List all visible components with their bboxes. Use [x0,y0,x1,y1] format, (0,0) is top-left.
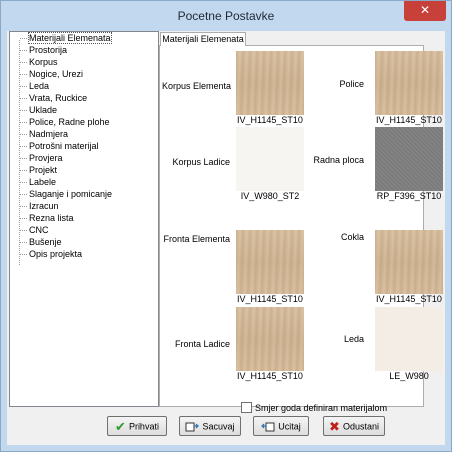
tab-materijali-elemenata[interactable]: Materijali Elemenata [160,32,246,46]
fronta-ladice-code: IV_H1145_ST10 [237,371,303,381]
tree-item-leda[interactable]: Leda [20,81,49,92]
smjer-goda-label: Smjer goda definiran materijalom [255,402,388,413]
police-swatch[interactable] [375,51,443,115]
check-icon: ✔ [115,418,126,434]
tree-item-projekt[interactable]: Projekt [20,165,57,176]
load-icon [261,421,275,432]
cokla-swatch[interactable] [375,230,443,294]
tree-item-izracun[interactable]: Izracun [20,201,59,212]
save-icon [185,421,200,432]
police-label: Police [339,79,364,89]
tree-item-busenje[interactable]: Bušenje [20,237,62,248]
korpus-ladice-code: IV_W980_ST2 [240,191,300,201]
radna-ploca-label: Radna ploca [313,155,364,165]
radna-ploca-swatch[interactable] [375,127,443,191]
tree-item-opis-projekta[interactable]: Opis projekta [20,249,82,260]
cokla-code: IV_H1145_ST10 [376,294,442,304]
tree-item-rezna-lista[interactable]: Rezna lista [20,213,74,224]
korpus-elementa-label: Korpus Elementa [162,81,232,91]
tree-item-korpus[interactable]: Korpus [20,57,58,68]
title-bar[interactable]: Pocetne Postavke ✕ [1,1,451,31]
fronta-elementa-code: IV_H1145_ST10 [237,294,303,304]
settings-tree[interactable]: Materijali Elemenata Prostorija Korpus N… [9,31,159,407]
fronta-ladice-swatch[interactable] [236,307,304,371]
tree-item-slaganje-i-pomicanje[interactable]: Slaganje i pomicanje [20,189,112,200]
smjer-goda-checkbox[interactable] [241,402,252,414]
korpus-elementa-swatch[interactable] [236,51,304,115]
ucitaj-button[interactable]: Ucitaj [253,416,309,436]
korpus-ladice-label: Korpus Ladice [172,157,230,167]
leda-swatch[interactable] [375,307,443,371]
korpus-ladice-swatch[interactable] [236,127,304,191]
dialog-client-area: Materijali Elemenata Prostorija Korpus N… [7,31,445,445]
leda-label: Leda [343,334,364,344]
sacuvaj-button[interactable]: Sacuvaj [179,416,241,436]
fronta-elementa-swatch[interactable] [236,230,304,294]
tree-item-prostorija[interactable]: Prostorija [20,45,67,56]
tree-item-potrosni-materijal[interactable]: Potrošni materijal [20,141,99,152]
tree-item-uklade[interactable]: Uklade [20,105,57,116]
tree-item-nogice-urezi[interactable]: Nogice, Urezi [20,69,83,80]
tree-item-nadmjera[interactable]: Nadmjera [20,129,68,140]
cokla-label: Cokla [340,232,364,242]
leda-code: LE_W980 [389,371,429,381]
prihvati-button[interactable]: ✔ Prihvati [107,416,167,436]
odustani-button[interactable]: ✖ Odustani [323,416,385,436]
radna-ploca-code: RP_F396_ST10 [376,191,442,201]
tree-item-police-radne-plohe[interactable]: Police, Radne plohe [20,117,110,128]
materials-panel: Korpus Elementa IV_H1145_ST10 Police IV_… [159,45,443,407]
dialog-window: Pocetne Postavke ✕ Materijali Elemenata … [0,0,452,452]
x-icon: ✖ [329,418,340,434]
tree-item-vrata-ruckice[interactable]: Vrata, Ruckice [20,93,87,104]
tree-item-cnc[interactable]: CNC [20,225,49,236]
police-code: IV_H1145_ST10 [376,115,442,125]
tree-item-labele[interactable]: Labele [20,177,56,188]
fronta-ladice-label: Fronta Ladice [174,339,230,349]
close-icon: ✕ [419,3,431,17]
tree-item-provjera[interactable]: Provjera [20,153,63,164]
window-title: Pocetne Postavke [177,9,275,23]
close-button[interactable]: ✕ [404,1,446,21]
smjer-goda-checkbox-row[interactable]: Smjer goda definiran materijalom [241,402,387,414]
korpus-elementa-code: IV_H1145_ST10 [237,115,303,125]
fronta-elementa-label: Fronta Elementa [163,234,230,244]
tree-item-materijali-elemenata[interactable]: Materijali Elemenata [20,32,112,45]
